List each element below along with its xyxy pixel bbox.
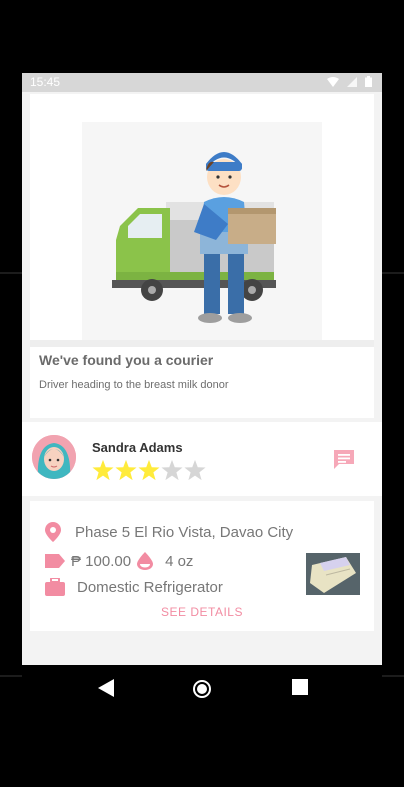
quantity-text: 4 oz xyxy=(165,552,194,570)
bezel-line xyxy=(0,675,22,677)
status-time: 15:45 xyxy=(30,75,61,89)
courier-card[interactable]: Sandra Adams xyxy=(22,422,382,496)
milk-bag-photo[interactable] xyxy=(306,553,360,595)
star-empty-icon xyxy=(161,459,183,481)
courier-illustration xyxy=(82,122,322,340)
storage-text: Domestic Refrigerator xyxy=(77,578,223,596)
star-filled-icon xyxy=(92,459,114,481)
rating-stars xyxy=(92,459,206,481)
status-bar: 15:45 xyxy=(22,73,382,92)
bezel-line xyxy=(382,675,404,677)
home-icon[interactable] xyxy=(192,679,212,699)
recents-icon[interactable] xyxy=(292,679,308,695)
star-filled-icon xyxy=(115,459,137,481)
card-divider xyxy=(30,340,374,347)
star-filled-icon xyxy=(138,459,160,481)
courier-name: Sandra Adams xyxy=(92,440,183,455)
milk-drop-icon xyxy=(137,552,154,570)
signal-icon xyxy=(347,76,357,87)
order-details-card: Phase 5 El Rio Vista, Davao City ₱ 100.0… xyxy=(30,501,374,631)
chat-icon[interactable] xyxy=(333,449,355,469)
price-quantity-row: ₱ 100.00 4 oz xyxy=(45,552,193,570)
storage-row: Domestic Refrigerator xyxy=(45,578,223,596)
price-tag-icon xyxy=(45,554,65,568)
back-icon[interactable] xyxy=(98,679,114,697)
app-screen: 15:45 We've found you a courier Driver h… xyxy=(22,73,382,665)
bezel-line xyxy=(0,272,22,274)
wifi-icon xyxy=(327,76,339,87)
bezel-line xyxy=(382,272,404,274)
device-frame: 15:45 We've found you a courier Driver h… xyxy=(0,0,404,787)
briefcase-icon xyxy=(45,578,65,596)
status-subtitle: Driver heading to the breast milk donor xyxy=(39,379,229,391)
status-icons xyxy=(327,76,372,87)
address-row: Phase 5 El Rio Vista, Davao City xyxy=(45,522,293,542)
battery-icon xyxy=(365,76,372,87)
address-text: Phase 5 El Rio Vista, Davao City xyxy=(75,523,294,541)
see-details-button[interactable]: SEE DETAILS xyxy=(30,605,374,619)
star-empty-icon xyxy=(184,459,206,481)
courier-found-card: We've found you a courier Driver heading… xyxy=(30,94,374,418)
location-pin-icon xyxy=(45,522,61,542)
page-title: We've found you a courier xyxy=(39,352,214,368)
android-nav-bar xyxy=(22,665,382,715)
avatar xyxy=(32,435,76,479)
price-text: ₱ 100.00 xyxy=(71,552,132,570)
